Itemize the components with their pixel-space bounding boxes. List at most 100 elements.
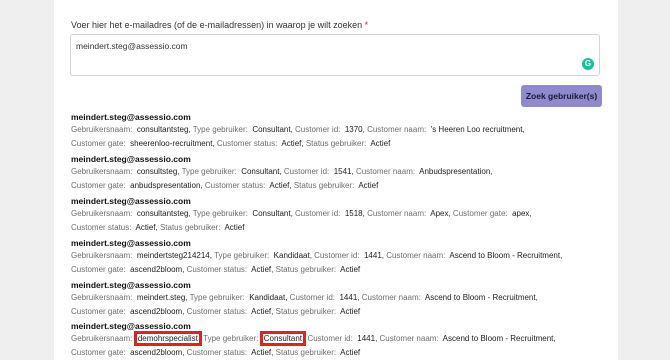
- customer-name-value: Ascend to Bloom - Recruitment: [424, 293, 536, 302]
- email-textarea-value[interactable]: meindert.steg@assessio.com: [76, 41, 188, 51]
- customer-id-value: 1441: [339, 293, 358, 302]
- customer-id-label: Customer id:: [307, 334, 353, 343]
- customer-id-label: Customer id:: [295, 209, 341, 218]
- username-value: consultsteg: [136, 167, 178, 176]
- username-label: Gebruikersnaam:: [71, 334, 133, 343]
- email-field-label: Voer hier het e-mailadres (of de e-maila…: [71, 20, 368, 30]
- customer-id-label: Customer id:: [289, 293, 336, 302]
- user-status-label: Status gebruiker:: [293, 181, 355, 190]
- result-item: meindert.steg@assessio.com Gebruikersnaa…: [71, 279, 601, 319]
- customer-gate-value: ascend2bloom: [130, 348, 183, 357]
- result-email: meindert.steg@assessio.com: [71, 321, 191, 331]
- customer-id-label: Customer id:: [314, 251, 360, 260]
- result-email: meindert.steg@assessio.com: [71, 280, 191, 290]
- username-value-highlighted: demohrspecialist: [133, 331, 202, 346]
- user-type-label: Type gebruiker:: [189, 293, 245, 302]
- user-status-value: Actief: [224, 223, 245, 232]
- email-field-label-text: Voer hier het e-mailadres (of de e-maila…: [71, 20, 363, 30]
- username-label: Gebruikersnaam:: [71, 251, 133, 260]
- username-label: Gebruikersnaam:: [71, 293, 133, 302]
- user-status-label: Status gebruiker:: [275, 348, 337, 357]
- required-mark: *: [364, 20, 369, 30]
- customer-gate-label: Customer gate:: [71, 348, 126, 357]
- customer-status-label: Customer status:: [186, 307, 248, 316]
- email-textarea[interactable]: meindert.steg@assessio.com G: [70, 34, 600, 76]
- customer-name-value: Apex: [430, 209, 449, 218]
- customer-gate-label: Customer gate:: [71, 139, 126, 148]
- user-status-value: Actief: [358, 181, 379, 190]
- username-value: consultantsteg: [136, 209, 189, 218]
- user-type-label: Type gebruiker:: [192, 125, 248, 134]
- customer-status-label: Customer status:: [216, 139, 278, 148]
- username-value: meindertsteg214214: [136, 251, 210, 260]
- user-type-value: Consultant: [241, 167, 280, 176]
- username-value: consultantsteg: [136, 125, 189, 134]
- user-type-value: Kandidaat: [273, 251, 310, 260]
- search-panel: Voer hier het e-mailadres (of de e-maila…: [54, 0, 618, 360]
- result-email: meindert.steg@assessio.com: [71, 154, 191, 164]
- customer-id-label: Customer id:: [283, 167, 330, 176]
- result-item: meindert.steg@assessio.com Gebruikersnaa…: [71, 153, 601, 193]
- user-status-label: Status gebruiker:: [159, 223, 221, 232]
- customer-status-label: Customer status:: [71, 223, 132, 232]
- user-type-value: Kandidaat: [249, 293, 286, 302]
- customer-status-value: Actief: [251, 265, 272, 274]
- user-status-value: Actief: [340, 348, 361, 357]
- user-type-value: Consultant: [252, 125, 291, 134]
- customer-name-label: Customer naam:: [367, 209, 427, 218]
- user-type-label: Type gebruiker:: [203, 334, 259, 343]
- customer-gate-label: Customer gate:: [71, 265, 126, 274]
- result-item: meindert.steg@assessio.com Gebruikersnaa…: [71, 237, 601, 277]
- result-item: meindert.steg@assessio.com Gebruikersnaa…: [71, 111, 601, 151]
- customer-status-value: Actief: [269, 181, 290, 190]
- user-type-label: Type gebruiker:: [181, 167, 237, 176]
- customer-status-label: Customer status:: [186, 348, 248, 357]
- search-users-button[interactable]: Zoek gebruiker(s): [521, 85, 602, 107]
- customer-id-value: 1441: [357, 334, 376, 343]
- customer-id-value: 1441: [363, 251, 382, 260]
- username-value: meindert.steg: [136, 293, 186, 302]
- customer-name-label: Customer naam:: [367, 125, 427, 134]
- customer-gate-label: Customer gate:: [71, 307, 126, 316]
- customer-status-value: Actief: [251, 348, 272, 357]
- customer-gate-value: ascend2bloom: [130, 265, 183, 274]
- result-email: meindert.steg@assessio.com: [71, 112, 191, 122]
- user-status-value: Actief: [340, 307, 361, 316]
- customer-name-label: Customer naam:: [361, 293, 421, 302]
- customer-status-value: Actief: [251, 307, 272, 316]
- username-label: Gebruikersnaam:: [71, 209, 133, 218]
- customer-status-value: Actief: [281, 139, 302, 148]
- customer-gate-label: Customer gate:: [452, 209, 508, 218]
- user-status-value: Actief: [340, 265, 361, 274]
- grammarly-icon-letter: G: [584, 59, 592, 68]
- username-label: Gebruikersnaam:: [71, 125, 133, 134]
- user-type-label: Type gebruiker:: [214, 251, 270, 260]
- customer-name-value: 's Heeren Loo recruitment: [430, 125, 523, 134]
- customer-name-value: Anbudspresentation: [419, 167, 491, 176]
- customer-name-label: Customer naam:: [386, 251, 446, 260]
- result-email: meindert.steg@assessio.com: [71, 196, 191, 206]
- customer-name-value: Ascend to Bloom - Recruitment: [442, 334, 554, 343]
- customer-status-label: Customer status:: [204, 181, 266, 190]
- customer-gate-label: Customer gate:: [71, 181, 126, 190]
- customer-id-value: 1541: [333, 167, 352, 176]
- customer-id-value: 1518: [344, 209, 363, 218]
- user-status-label: Status gebruiker:: [275, 307, 337, 316]
- customer-status-label: Customer status:: [186, 265, 248, 274]
- customer-name-value: Ascend to Bloom - Recruitment: [449, 251, 561, 260]
- user-type-value-highlighted: Consultant: [259, 331, 307, 346]
- result-item: meindert.steg@assessio.com Gebruikersnaa…: [71, 195, 601, 235]
- customer-id-value: 1370: [344, 125, 363, 134]
- grammarly-icon[interactable]: G: [582, 58, 594, 70]
- result-email: meindert.steg@assessio.com: [71, 238, 191, 248]
- user-status-label: Status gebruiker:: [275, 265, 337, 274]
- customer-gate-value: apex: [512, 209, 530, 218]
- customer-id-label: Customer id:: [295, 125, 341, 134]
- customer-gate-value: ascend2bloom: [130, 307, 183, 316]
- user-type-value: Consultant: [252, 209, 291, 218]
- customer-name-label: Customer naam:: [379, 334, 439, 343]
- user-status-label: Status gebruiker:: [305, 139, 367, 148]
- customer-name-label: Customer naam:: [355, 167, 416, 176]
- username-label: Gebruikersnaam:: [71, 167, 133, 176]
- user-status-value: Actief: [370, 139, 391, 148]
